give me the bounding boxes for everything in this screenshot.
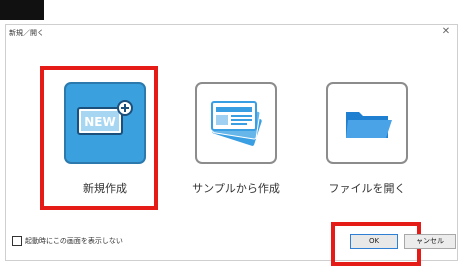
dont-show-again-label: 起動時にこの画面を表示しない bbox=[25, 237, 123, 245]
ok-button[interactable]: OK bbox=[350, 234, 398, 249]
folder-icon bbox=[346, 112, 392, 138]
sample-cards-icon bbox=[211, 101, 262, 146]
dont-show-again-checkbox[interactable] bbox=[12, 236, 22, 246]
top-bar bbox=[0, 0, 459, 22]
option-open-file[interactable]: ファイルを開く bbox=[297, 68, 437, 198]
dont-show-again-option[interactable]: 起動時にこの画面を表示しない bbox=[12, 236, 123, 246]
cancel-button[interactable]: ャンセル bbox=[404, 234, 456, 249]
option-sample-label: サンプルから作成 bbox=[192, 182, 280, 195]
option-open-file-label: ファイルを開く bbox=[328, 182, 406, 195]
open-file-tile[interactable] bbox=[326, 82, 408, 164]
dialog-title: 新規／開く bbox=[9, 29, 44, 37]
top-bar-dark-tab bbox=[0, 0, 44, 20]
highlight-frame-new bbox=[40, 66, 158, 210]
close-icon[interactable]: ✕ bbox=[440, 26, 452, 38]
option-sample[interactable]: サンプルから作成 bbox=[166, 68, 306, 198]
sample-tile[interactable] bbox=[195, 82, 277, 164]
